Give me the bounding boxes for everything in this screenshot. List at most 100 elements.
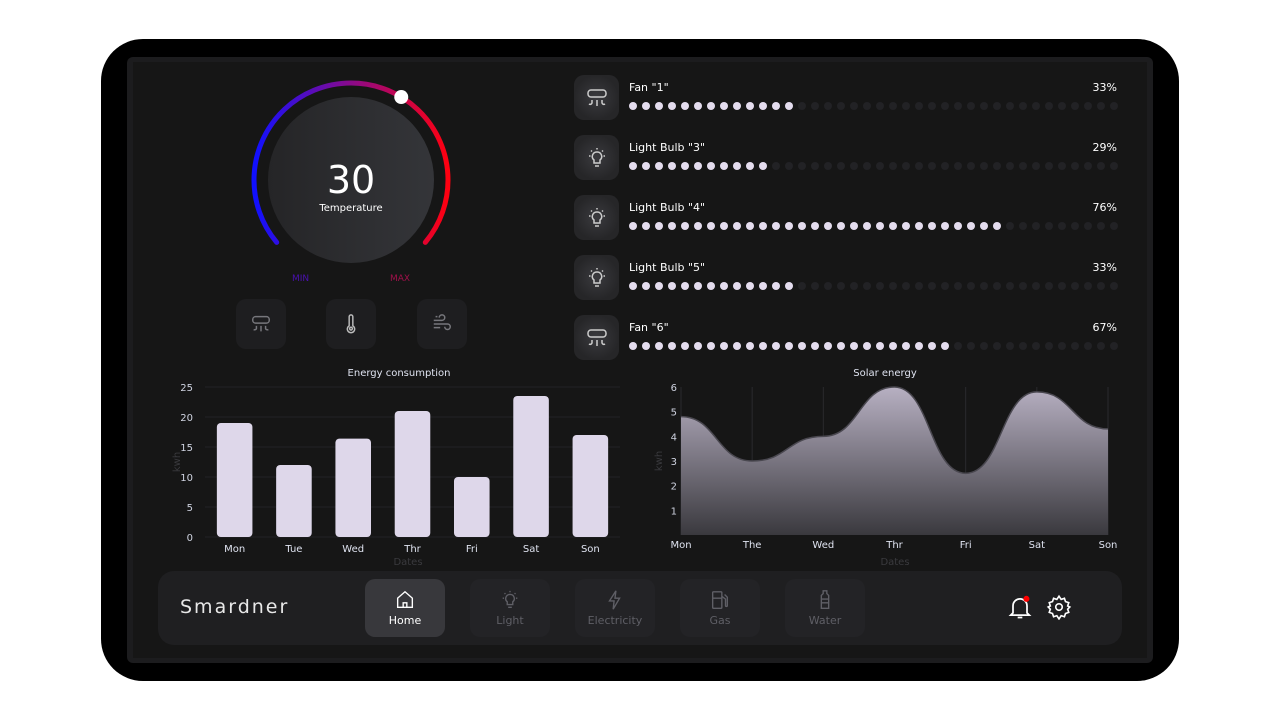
level-slider[interactable] [629, 222, 1118, 230]
level-dot[interactable] [837, 162, 845, 170]
device-icon-button[interactable] [574, 75, 619, 120]
tab-electricity[interactable]: Electricity [575, 579, 655, 637]
level-dot[interactable] [928, 222, 936, 230]
level-dot[interactable] [1110, 102, 1118, 110]
device-icon-button[interactable] [574, 195, 619, 240]
level-dot[interactable] [824, 102, 832, 110]
level-dot[interactable] [954, 342, 962, 350]
device-icon-button[interactable] [574, 255, 619, 300]
level-dot[interactable] [668, 222, 676, 230]
level-dot[interactable] [993, 222, 1001, 230]
level-dot[interactable] [1058, 222, 1066, 230]
gauge-knob[interactable] [394, 90, 409, 105]
level-dot[interactable] [720, 222, 728, 230]
level-dot[interactable] [1058, 282, 1066, 290]
level-dot[interactable] [1006, 102, 1014, 110]
level-dot[interactable] [1032, 342, 1040, 350]
level-dot[interactable] [746, 282, 754, 290]
level-dot[interactable] [824, 222, 832, 230]
level-dot[interactable] [681, 222, 689, 230]
level-dot[interactable] [1045, 162, 1053, 170]
level-dot[interactable] [928, 282, 936, 290]
level-dot[interactable] [902, 162, 910, 170]
level-dot[interactable] [707, 162, 715, 170]
level-dot[interactable] [1019, 102, 1027, 110]
level-dot[interactable] [1097, 162, 1105, 170]
level-dot[interactable] [941, 162, 949, 170]
tab-light[interactable]: Light [470, 579, 550, 637]
level-dot[interactable] [1084, 282, 1092, 290]
level-dot[interactable] [863, 162, 871, 170]
level-dot[interactable] [876, 222, 884, 230]
level-dot[interactable] [785, 342, 793, 350]
tab-gas[interactable]: Gas [680, 579, 760, 637]
level-dot[interactable] [902, 222, 910, 230]
level-dot[interactable] [694, 342, 702, 350]
level-dot[interactable] [629, 162, 637, 170]
level-dot[interactable] [1058, 102, 1066, 110]
level-dot[interactable] [642, 102, 650, 110]
level-dot[interactable] [681, 162, 689, 170]
level-dot[interactable] [1019, 162, 1027, 170]
level-dot[interactable] [837, 342, 845, 350]
level-dot[interactable] [772, 222, 780, 230]
level-dot[interactable] [941, 282, 949, 290]
level-dot[interactable] [785, 102, 793, 110]
level-dot[interactable] [1045, 342, 1053, 350]
level-dot[interactable] [1019, 342, 1027, 350]
level-dot[interactable] [642, 162, 650, 170]
level-slider[interactable] [629, 102, 1118, 110]
level-dot[interactable] [1006, 282, 1014, 290]
level-dot[interactable] [876, 102, 884, 110]
device-row[interactable]: Fan "6" 67% [574, 315, 1120, 361]
level-dot[interactable] [668, 162, 676, 170]
level-dot[interactable] [928, 102, 936, 110]
level-dot[interactable] [902, 102, 910, 110]
level-dot[interactable] [824, 162, 832, 170]
level-dot[interactable] [642, 222, 650, 230]
bar[interactable] [454, 477, 490, 537]
level-dot[interactable] [811, 162, 819, 170]
level-dot[interactable] [629, 102, 637, 110]
bar[interactable] [513, 396, 549, 537]
level-dot[interactable] [993, 342, 1001, 350]
level-dot[interactable] [1045, 222, 1053, 230]
level-dot[interactable] [980, 162, 988, 170]
level-dot[interactable] [720, 342, 728, 350]
level-dot[interactable] [720, 102, 728, 110]
level-dot[interactable] [1084, 342, 1092, 350]
tab-water[interactable]: Water [785, 579, 865, 637]
level-dot[interactable] [1084, 162, 1092, 170]
level-dot[interactable] [759, 282, 767, 290]
level-dot[interactable] [1097, 102, 1105, 110]
level-dot[interactable] [876, 282, 884, 290]
level-dot[interactable] [993, 162, 1001, 170]
level-dot[interactable] [1032, 222, 1040, 230]
level-dot[interactable] [746, 162, 754, 170]
level-dot[interactable] [811, 222, 819, 230]
level-dot[interactable] [681, 342, 689, 350]
level-dot[interactable] [954, 222, 962, 230]
level-dot[interactable] [915, 222, 923, 230]
level-dot[interactable] [1045, 102, 1053, 110]
level-dot[interactable] [733, 342, 741, 350]
level-dot[interactable] [798, 282, 806, 290]
level-dot[interactable] [694, 282, 702, 290]
level-dot[interactable] [798, 342, 806, 350]
level-dot[interactable] [733, 222, 741, 230]
level-dot[interactable] [746, 342, 754, 350]
level-slider[interactable] [629, 162, 1118, 170]
level-dot[interactable] [642, 342, 650, 350]
level-dot[interactable] [1006, 222, 1014, 230]
level-dot[interactable] [811, 102, 819, 110]
level-dot[interactable] [1032, 282, 1040, 290]
level-dot[interactable] [1071, 102, 1079, 110]
level-dot[interactable] [954, 162, 962, 170]
level-dot[interactable] [694, 162, 702, 170]
level-dot[interactable] [746, 102, 754, 110]
level-dot[interactable] [811, 282, 819, 290]
level-dot[interactable] [941, 102, 949, 110]
level-dot[interactable] [746, 222, 754, 230]
level-dot[interactable] [863, 222, 871, 230]
level-dot[interactable] [707, 342, 715, 350]
